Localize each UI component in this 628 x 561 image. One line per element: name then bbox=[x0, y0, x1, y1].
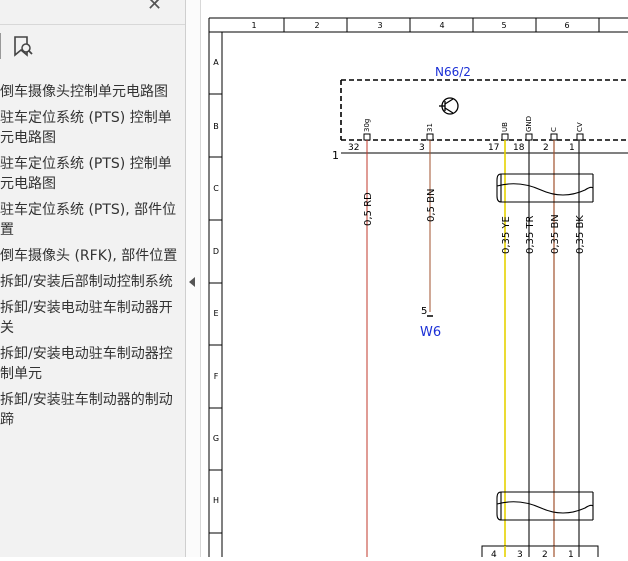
bottom-pin-number: 3 bbox=[517, 550, 523, 557]
bookmark-item[interactable]: 驻车定位系统 (PTS) 控制单元电路图 bbox=[0, 154, 178, 194]
pin-function-label: 31 bbox=[426, 123, 434, 132]
connector-pin: 5 bbox=[421, 306, 427, 317]
row-label: C bbox=[213, 184, 219, 193]
bottom-pin-number: 2 bbox=[542, 550, 548, 557]
wire-label: 0,5 RD bbox=[363, 192, 374, 226]
document-page: 1 2 3 4 5 6 A B C D E F G H N66/2 30g 31… bbox=[201, 0, 628, 561]
row-label: H bbox=[213, 496, 219, 505]
wire-label: 0,35 BK bbox=[575, 215, 586, 254]
bookmark-item[interactable]: 拆卸/安装后部制动控制系统 bbox=[0, 272, 178, 292]
bottom-pin-number: 1 bbox=[568, 550, 574, 557]
row-label: E bbox=[213, 309, 218, 318]
pin-function-label: 30g bbox=[363, 119, 371, 132]
column-label: 4 bbox=[439, 21, 444, 30]
pin-number: 3 bbox=[419, 143, 425, 153]
pin-function-labels: 30g 31 UB GND C CV bbox=[363, 116, 584, 132]
pin-function-label: CV bbox=[576, 122, 584, 132]
column-label: 3 bbox=[377, 21, 382, 30]
bookmark-item[interactable]: 倒车摄像头控制单元电路图 bbox=[0, 82, 178, 102]
pin-function-label: GND bbox=[525, 116, 533, 132]
row-label: F bbox=[214, 372, 219, 381]
pin-number: 17 bbox=[488, 143, 499, 153]
column-label: 2 bbox=[314, 21, 319, 30]
bottom-connector: 4 3 2 1 bbox=[481, 545, 599, 561]
bookmark-search-icon[interactable] bbox=[12, 35, 34, 59]
bookmark-list: 倒车摄像头控制单元电路图 驻车定位系统 (PTS) 控制单元电路图 驻车定位系统… bbox=[0, 82, 178, 436]
column-label: 1 bbox=[251, 21, 256, 30]
row-label: D bbox=[213, 247, 219, 256]
connector-label: W6 bbox=[420, 325, 441, 340]
row-headers: A B C D E F G H bbox=[209, 58, 222, 534]
column-label: 5 bbox=[501, 21, 506, 30]
row-label: G bbox=[213, 434, 219, 443]
wire-label: 0,35 BN bbox=[550, 214, 561, 254]
wiring-diagram: 1 2 3 4 5 6 A B C D E F G H N66/2 30g 31… bbox=[208, 17, 628, 561]
pin-function-label: UB bbox=[501, 122, 509, 132]
toolbar-separator bbox=[0, 33, 1, 59]
bookmark-item[interactable]: 拆卸/安装电动驻车制动器开关 bbox=[0, 298, 178, 338]
wire-label: 0,35 TR bbox=[525, 215, 536, 254]
bookmark-item[interactable]: 倒车摄像头 (RFK), 部件位置 bbox=[0, 246, 178, 266]
bottom-pin-number: 4 bbox=[491, 550, 497, 557]
pin-number: 1 bbox=[569, 143, 575, 153]
pin-numbers: 32 3 17 18 2 1 bbox=[348, 143, 575, 153]
bookmark-item[interactable]: 驻车定位系统 (PTS) 控制单元电路图 bbox=[0, 108, 178, 148]
bookmark-item[interactable]: 拆卸/安装电动驻车制动器控制单元 bbox=[0, 344, 178, 384]
component-n66-2: N66/2 bbox=[340, 65, 628, 154]
pin-number: 32 bbox=[348, 143, 359, 153]
column-headers: 1 2 3 4 5 6 bbox=[251, 18, 600, 32]
left-marker: 1 bbox=[332, 149, 339, 162]
wire-label: 0,35 YE bbox=[501, 216, 512, 254]
panel-splitter[interactable] bbox=[185, 0, 201, 557]
bookmark-item[interactable]: 拆卸/安装驻车制动器的制动蹄 bbox=[0, 390, 178, 430]
wire-label: 0,5 BN bbox=[426, 189, 437, 222]
column-label: 6 bbox=[564, 21, 569, 30]
component-label: N66/2 bbox=[435, 65, 471, 79]
panel-divider bbox=[0, 24, 185, 25]
transistor-icon bbox=[439, 97, 459, 115]
wire-labels: 0,5 RD 0,5 BN 0,35 YE 0,35 TR 0,35 BN 0,… bbox=[363, 189, 586, 254]
bookmarks-panel: ✕ 倒车摄像头控制单元电路图 驻车定位系统 (PTS) 控制单元电路图 驻车定位… bbox=[0, 0, 185, 557]
row-label: B bbox=[213, 122, 219, 131]
pin-number: 18 bbox=[513, 143, 525, 153]
bookmark-item[interactable]: 驻车定位系统 (PTS), 部件位置 bbox=[0, 200, 178, 240]
pin-number: 2 bbox=[543, 143, 549, 153]
collapse-arrow-icon[interactable] bbox=[189, 277, 195, 287]
pin-function-label: C bbox=[550, 127, 558, 132]
row-label: A bbox=[213, 58, 219, 67]
close-icon[interactable]: ✕ bbox=[147, 0, 162, 15]
